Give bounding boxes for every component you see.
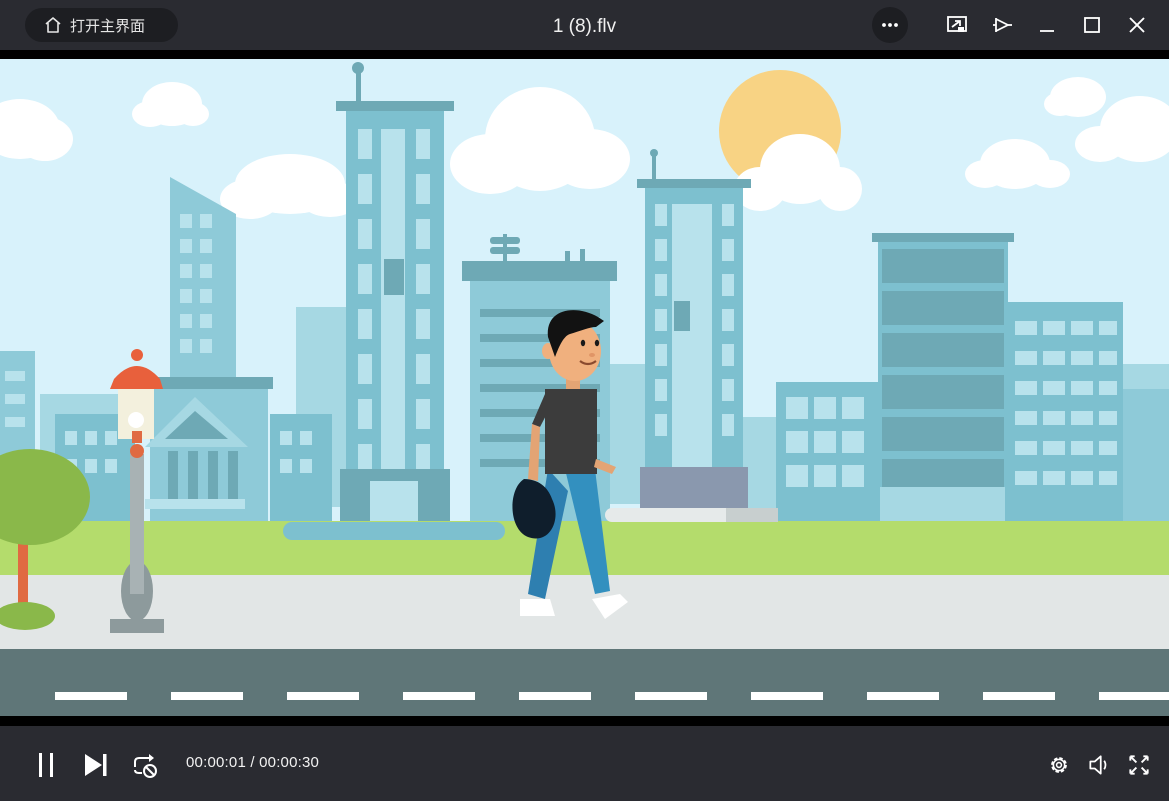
minimize-button[interactable] [1033,11,1061,39]
fullscreen-button[interactable] [1124,750,1154,780]
close-icon [1129,17,1145,33]
volume-button[interactable] [1084,750,1114,780]
screen-cast-button[interactable] [943,11,971,39]
maximize-button[interactable] [1078,11,1106,39]
pause-button[interactable] [32,750,62,780]
playback-control-bar: 00:00:01 / 00:00:30 [0,726,1169,801]
playback-time: 00:00:01 / 00:00:30 [186,754,319,771]
open-main-interface-button[interactable]: 打开主界面 [25,8,178,42]
next-button[interactable] [81,750,111,780]
more-button[interactable] [872,7,908,43]
video-display[interactable] [0,59,1169,716]
close-button[interactable] [1123,11,1151,39]
time-separator: / [246,754,260,771]
home-icon [45,17,61,33]
next-track-icon [85,754,107,776]
volume-icon [1089,755,1107,775]
window-controls [872,7,1151,43]
total-duration: 00:00:30 [259,754,320,771]
more-dots-icon [882,23,898,27]
open-main-interface-label: 打开主界面 [70,17,146,35]
video-frame-illustration [0,59,1169,716]
current-time: 00:00:01 [186,754,246,771]
title-bar: 打开主界面 1 (8).flv [0,0,1169,50]
loop-off-icon [134,754,157,778]
loop-button[interactable] [130,750,160,780]
pin-on-top-button[interactable] [988,11,1016,39]
gear-icon [1051,757,1067,773]
fullscreen-icon [1129,755,1149,775]
pin-icon [993,18,1012,32]
screen-cast-icon [947,16,967,32]
pause-icon [39,753,53,777]
settings-button[interactable] [1044,750,1074,780]
maximize-icon [1084,17,1100,33]
minimize-icon [1040,30,1054,32]
